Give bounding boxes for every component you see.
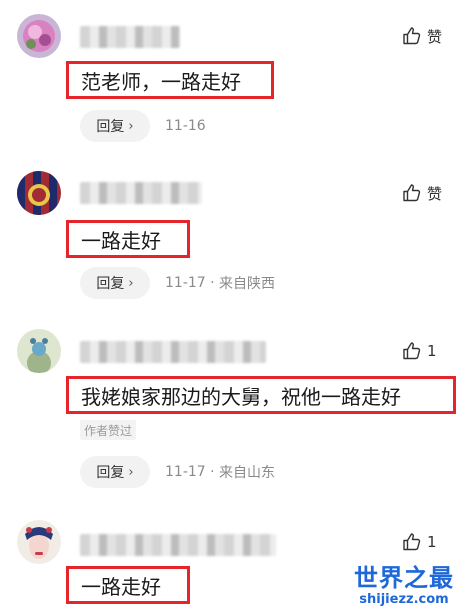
like-button[interactable]: 1 [402,530,437,554]
thumbs-up-icon [403,533,421,551]
author-liked-badge: 作者赞过 [80,420,137,440]
like-label: 赞 [427,27,443,46]
avatar[interactable] [17,171,61,215]
comment-location: 来自山东 [219,465,276,481]
chevron-right-icon: › [128,275,134,291]
reply-button[interactable]: 回复 › [80,456,150,488]
comment-date: 11-17 [165,275,206,291]
like-button[interactable]: 赞 [402,24,442,48]
meta-separator: · [205,464,220,480]
thumbs-up-icon [403,27,421,45]
comment-meta: 11-17 · 来自陕西 [165,267,275,299]
comment-meta: 11-16 [165,110,206,142]
like-count: 1 [427,342,437,360]
comment-meta: 11-17 · 来自山东 [165,456,275,488]
reply-label: 回复 [96,119,125,135]
thumbs-up-icon [403,184,421,202]
watermark-url: shijiezz.com [359,592,449,607]
reply-label: 回复 [96,465,125,481]
reply-button[interactable]: 回复 › [80,267,150,299]
reply-button[interactable]: 回复 › [80,110,150,142]
like-count: 1 [427,533,437,551]
site-watermark: 世界之最 shijiezz.com [344,564,464,608]
like-label: 赞 [427,184,443,203]
username-blurred[interactable] [80,341,266,363]
thumbs-up-icon [403,342,421,360]
reply-label: 回复 [96,276,125,292]
username-blurred[interactable] [80,182,202,204]
comment-text: 一路走好 [66,220,190,258]
watermark-title: 世界之最 [354,564,454,592]
avatar[interactable] [17,14,61,58]
username-blurred[interactable] [80,534,276,556]
comment-date: 11-16 [165,118,206,134]
avatar[interactable] [17,520,61,564]
meta-separator: · [205,275,220,291]
comment-location: 来自陕西 [219,276,276,292]
like-button[interactable]: 1 [402,339,437,363]
like-button[interactable]: 赞 [402,181,442,205]
comment-text: 范老师，一路走好 [66,61,274,99]
comment-date: 11-17 [165,464,206,480]
chevron-right-icon: › [128,464,134,480]
comment-text: 我姥娘家那边的大舅，祝他一路走好 [66,376,456,414]
username-blurred[interactable] [80,26,180,48]
avatar[interactable] [17,329,61,373]
comment-text: 一路走好 [66,566,190,604]
chevron-right-icon: › [128,118,134,134]
